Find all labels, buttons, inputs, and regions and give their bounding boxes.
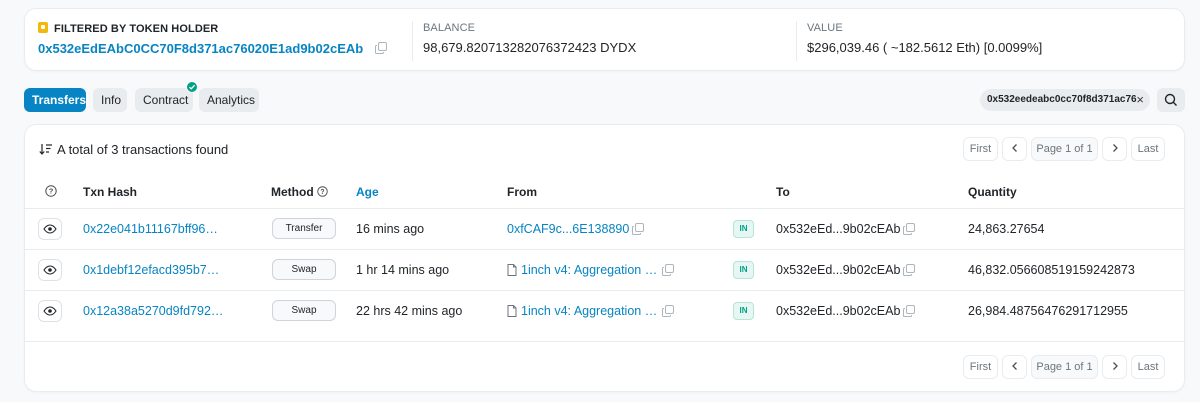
- table-row: 0x12a38a5270d9fd792… Swap 22 hrs 42 mins…: [25, 291, 1184, 332]
- method-badge: Swap: [272, 259, 336, 280]
- txn-hash-link[interactable]: 0x1debf12efacd395b7…: [83, 250, 219, 291]
- to-address: 0x532eEd...9b02cEAb: [776, 263, 901, 277]
- tab-analytics[interactable]: Analytics: [199, 88, 259, 112]
- total-count: A total of 3 transactions found: [39, 142, 228, 157]
- first-page-button[interactable]: First: [963, 355, 998, 379]
- token-icon: [38, 22, 48, 33]
- help-icon[interactable]: ?: [45, 185, 57, 200]
- svg-text:?: ?: [320, 189, 324, 196]
- page-indicator: Page 1 of 1: [1031, 355, 1098, 379]
- clear-filter-button[interactable]: ×: [1136, 89, 1144, 111]
- value-value: $296,039.46 ( ~182.5612 Eth) [0.0099%]: [807, 40, 1043, 55]
- age-text: 16 mins ago: [356, 222, 425, 236]
- value-section: VALUE $296,039.46 ( ~182.5612 Eth) [0.00…: [807, 22, 1042, 55]
- divider: [25, 341, 1184, 342]
- search-button[interactable]: [1157, 88, 1185, 112]
- prev-page-button[interactable]: [1002, 137, 1027, 161]
- copy-icon[interactable]: [632, 223, 644, 235]
- col-method: Method ?: [271, 185, 328, 199]
- eye-icon: [43, 265, 57, 275]
- quantity-value: 46,832.056608519159242873: [968, 263, 1135, 277]
- col-age-toggle[interactable]: Age: [356, 185, 379, 199]
- from-contract-link[interactable]: 1inch v4: Aggregation …: [507, 250, 657, 291]
- col-method-label: Method: [271, 185, 314, 199]
- view-details-button[interactable]: [38, 259, 62, 281]
- page-indicator: Page 1 of 1: [1031, 137, 1098, 161]
- verified-check-icon: [186, 81, 198, 93]
- filter-address: 0x532eedeabc0cc70f8d371ac76: [987, 94, 1137, 105]
- first-page-button[interactable]: First: [963, 137, 998, 161]
- age-text: 1 hr 14 mins ago: [356, 263, 450, 277]
- value-label: VALUE: [807, 22, 843, 34]
- tab-contract[interactable]: Contract: [135, 81, 198, 112]
- last-page-button[interactable]: Last: [1131, 137, 1165, 161]
- pagination-bottom: First Page 1 of 1 Last: [963, 355, 1165, 379]
- balance-section: BALANCE 98,679.820713282076372423 DYDX: [423, 22, 636, 55]
- copy-icon[interactable]: [903, 223, 915, 235]
- holder-address-link[interactable]: 0x532eEdEAbC0CC70F8d371ac76020E1ad9b02cE…: [38, 41, 363, 56]
- svg-text:?: ?: [49, 187, 54, 196]
- divider: [796, 21, 797, 61]
- chevron-right-icon: [1112, 362, 1118, 370]
- address-filter-chip: 0x532eedeabc0cc70f8d371ac76 ×: [980, 89, 1150, 111]
- holder-label: FILTERED BY TOKEN HOLDER: [54, 23, 219, 35]
- from-contract-link[interactable]: 1inch v4: Aggregation …: [507, 291, 657, 332]
- chevron-right-icon: [1112, 144, 1118, 152]
- col-txn-hash: Txn Hash: [83, 185, 138, 199]
- last-page-button[interactable]: Last: [1131, 355, 1165, 379]
- tab-info[interactable]: Info: [93, 88, 127, 112]
- next-page-button[interactable]: [1102, 355, 1127, 379]
- sort-icon: [39, 144, 52, 155]
- quantity-value: 24,863.27654: [968, 222, 1045, 236]
- from-address-link[interactable]: 0xfCAF9c...6E138890: [507, 209, 629, 250]
- direction-badge: IN: [733, 261, 754, 279]
- chevron-left-icon: [1011, 144, 1017, 152]
- view-details-button[interactable]: [38, 218, 62, 240]
- total-text: A total of 3 transactions found: [57, 142, 229, 157]
- search-icon: [1164, 93, 1177, 106]
- to-address: 0x532eEd...9b02cEAb: [776, 304, 901, 318]
- token-holder-summary: FILTERED BY TOKEN HOLDER 0x532eEdEAbC0CC…: [24, 8, 1185, 71]
- direction-badge: IN: [733, 220, 754, 238]
- pagination-top: First Page 1 of 1 Last: [963, 137, 1165, 161]
- direction-badge: IN: [733, 302, 754, 320]
- quantity-value: 26,984.48756476291712955: [968, 304, 1128, 318]
- method-badge: Swap: [272, 300, 336, 321]
- txn-hash-link[interactable]: 0x22e041b11167bff96…: [83, 209, 218, 250]
- eye-icon: [43, 224, 57, 234]
- balance-label: BALANCE: [423, 22, 476, 34]
- copy-icon[interactable]: [903, 305, 915, 317]
- col-quantity: Quantity: [968, 185, 1017, 199]
- method-badge: Transfer: [272, 218, 336, 239]
- next-page-button[interactable]: [1102, 137, 1127, 161]
- holder-section: FILTERED BY TOKEN HOLDER 0x532eEdEAbC0CC…: [38, 22, 387, 56]
- table-row: 0x1debf12efacd395b7… Swap 1 hr 14 mins a…: [25, 250, 1184, 291]
- txn-hash-link[interactable]: 0x12a38a5270d9fd792…: [83, 291, 223, 332]
- transfers-table-card: A total of 3 transactions found First Pa…: [24, 124, 1185, 392]
- to-address: 0x532eEd...9b02cEAb: [776, 222, 901, 236]
- chevron-left-icon: [1011, 362, 1017, 370]
- from-contract-label: 1inch v4: Aggregation …: [521, 263, 658, 277]
- age-text: 22 hrs 42 mins ago: [356, 304, 463, 318]
- balance-value: 98,679.820713282076372423 DYDX: [423, 40, 637, 55]
- eye-icon: [43, 306, 57, 316]
- view-details-button[interactable]: [38, 300, 62, 322]
- copy-icon[interactable]: [662, 264, 674, 276]
- col-from: From: [507, 185, 537, 199]
- copy-icon[interactable]: [374, 42, 387, 54]
- from-contract-label: 1inch v4: Aggregation …: [521, 304, 658, 318]
- table-row: 0x22e041b11167bff96… Transfer 16 mins ag…: [25, 209, 1184, 250]
- info-icon[interactable]: ?: [317, 186, 328, 197]
- tab-contract-label: Contract: [143, 93, 189, 107]
- contract-document-icon: [507, 305, 517, 317]
- divider: [412, 21, 413, 61]
- tab-transfers[interactable]: Transfers: [24, 88, 86, 112]
- col-to: To: [776, 185, 790, 199]
- copy-icon[interactable]: [662, 305, 674, 317]
- contract-document-icon: [507, 264, 517, 276]
- copy-icon[interactable]: [903, 264, 915, 276]
- prev-page-button[interactable]: [1002, 355, 1027, 379]
